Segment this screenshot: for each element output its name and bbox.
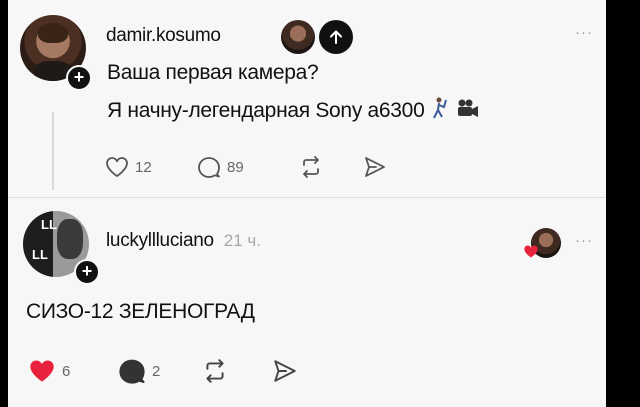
repost-icon <box>202 359 228 383</box>
divider <box>8 197 606 198</box>
post-comment-count: 89 <box>227 158 244 176</box>
follow-plus-icon[interactable]: + <box>74 259 100 285</box>
repost-icon <box>299 156 323 178</box>
reply-actions: 6 2 <box>28 358 298 384</box>
arrow-up-icon[interactable] <box>319 20 353 54</box>
avatar-letters-top: LL <box>41 217 57 232</box>
reply-share-button[interactable] <box>272 359 298 383</box>
post-text-line-2: Я начну-легендарная Sony a6300 <box>107 98 425 122</box>
reposter-avatars[interactable] <box>281 15 381 59</box>
reply-timestamp: 21 ч. <box>223 231 261 250</box>
post-like-count: 12 <box>135 158 152 176</box>
post-actions: 12 89 <box>105 156 387 178</box>
post-repost-button[interactable] <box>299 156 363 178</box>
heart-icon <box>28 358 56 384</box>
post-share-button[interactable] <box>363 156 387 178</box>
golf-emoji-icon <box>430 96 450 125</box>
reply-like-button[interactable]: 6 <box>28 358 118 384</box>
comment-icon <box>118 358 146 384</box>
reply-repost-button[interactable] <box>202 359 272 383</box>
post-like-button[interactable]: 12 <box>105 156 197 178</box>
reply-username[interactable]: luckyllluciano <box>106 230 214 252</box>
thread-screen: + damir.kosumo ··· Ваша первая камера? Я… <box>8 0 606 407</box>
share-icon <box>272 359 298 383</box>
small-avatar <box>281 20 315 54</box>
heart-icon <box>105 156 129 178</box>
avatar-letters-bottom: LL <box>32 247 48 262</box>
comment-icon <box>197 156 221 178</box>
author-liked-badge <box>523 228 561 262</box>
reply-comment-count: 2 <box>152 362 161 380</box>
follow-plus-icon[interactable]: + <box>66 65 92 91</box>
reply-comment-button[interactable]: 2 <box>118 358 202 384</box>
post-more-button[interactable]: ··· <box>575 24 593 41</box>
share-icon <box>363 156 387 178</box>
reply-text: СИЗО-12 ЗЕЛЕНОГРАД <box>26 300 255 323</box>
video-camera-icon <box>456 98 480 123</box>
heart-icon <box>523 244 539 264</box>
reply-like-count: 6 <box>62 362 71 380</box>
thread-connector-line <box>52 112 54 190</box>
post-comment-button[interactable]: 89 <box>197 156 299 178</box>
reply-more-button[interactable]: ··· <box>575 232 593 249</box>
post-text-line-1: Ваша первая камера? <box>107 61 319 84</box>
post-username[interactable]: damir.kosumo <box>106 25 221 47</box>
